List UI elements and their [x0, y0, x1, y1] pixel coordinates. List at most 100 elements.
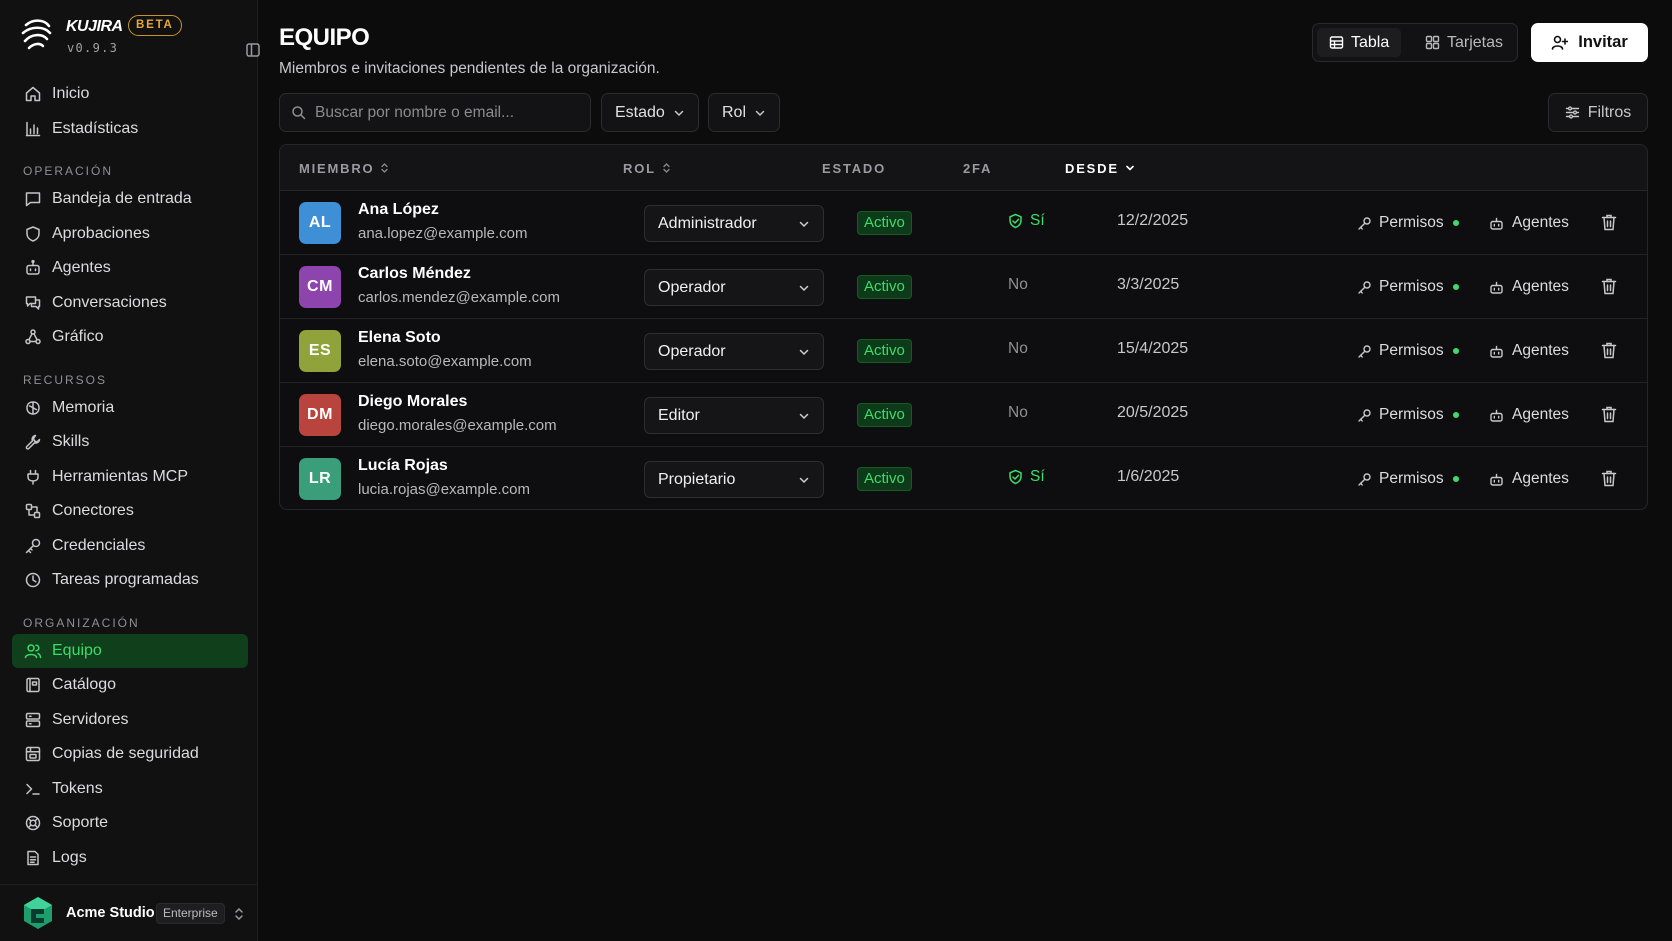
tfa-indicator: No — [1008, 340, 1028, 358]
bot-icon — [1489, 280, 1504, 295]
trash-icon[interactable] — [1600, 341, 1618, 360]
permissions-label: Permisos — [1379, 278, 1444, 295]
permissions-active-dot — [1452, 348, 1459, 354]
trash-icon[interactable] — [1600, 277, 1618, 296]
role-filter-dropdown[interactable]: Rol — [708, 93, 780, 132]
file-text-icon — [24, 849, 42, 867]
column-status-label: ESTADO — [822, 160, 887, 176]
sidebar-item-logs[interactable]: Logs — [12, 841, 248, 876]
trash-icon[interactable] — [1600, 405, 1618, 424]
chevron-down-icon — [798, 282, 810, 294]
view-table-button[interactable]: Tabla — [1317, 28, 1402, 57]
key-icon — [1357, 216, 1372, 231]
sidebar-item-memoria[interactable]: Memoria — [12, 391, 248, 426]
sidebar-item-tokens[interactable]: Tokens — [12, 772, 248, 807]
key-icon — [1357, 472, 1372, 487]
role-select[interactable]: Operador — [644, 269, 824, 306]
permissions-label: Permisos — [1379, 214, 1444, 231]
sidebar-item-estadisticas[interactable]: Estadísticas — [12, 112, 248, 147]
permissions-button[interactable]: Permisos — [1357, 401, 1459, 429]
agents-label: Agentes — [1512, 214, 1569, 231]
sort-updown-icon — [662, 162, 671, 174]
sidebar-item-inicio[interactable]: Inicio — [12, 77, 248, 112]
permissions-button[interactable]: Permisos — [1357, 209, 1459, 237]
member-email: carlos.mendez@example.com — [358, 289, 560, 306]
sidebar-item-catalogo[interactable]: Catálogo — [12, 668, 248, 703]
member-email: lucia.rojas@example.com — [358, 481, 530, 498]
invite-button[interactable]: Invitar — [1531, 23, 1648, 62]
plug-icon — [24, 468, 42, 486]
table-row: AL Ana López ana.lopez@example.com Administ… — [280, 191, 1647, 255]
role-select[interactable]: Operador — [644, 333, 824, 370]
sidebar-item-servidores[interactable]: Servidores — [12, 703, 248, 738]
status-badge: Activo — [857, 211, 912, 235]
status-filter-dropdown[interactable]: Estado — [601, 93, 699, 132]
filters-label: Filtros — [1587, 103, 1632, 121]
chevron-down-icon — [754, 107, 766, 119]
grid-icon — [1425, 35, 1440, 50]
agents-button[interactable]: Agentes — [1489, 401, 1569, 429]
member-since: 20/5/2025 — [1117, 404, 1189, 421]
column-since[interactable]: DESDE — [1065, 145, 1135, 191]
org-switcher[interactable]: Acme Studio Enterprise — [0, 884, 258, 941]
sidebar-item-soporte[interactable]: Soporte — [12, 806, 248, 841]
sidebar-item-herramientas-mcp[interactable]: Herramientas MCP — [12, 460, 248, 495]
sidebar-item-conversaciones[interactable]: Conversaciones — [12, 286, 248, 321]
role-select[interactable]: Administrador — [644, 205, 824, 242]
view-toggle: Tabla Tarjetas — [1312, 23, 1518, 62]
column-member[interactable]: MIEMBRO — [299, 145, 389, 191]
table-icon — [1329, 35, 1344, 50]
agents-button[interactable]: Agentes — [1489, 337, 1569, 365]
sidebar-item-skills[interactable]: Skills — [12, 425, 248, 460]
chevron-down-icon — [798, 218, 810, 230]
permissions-button[interactable]: Permisos — [1357, 273, 1459, 301]
sidebar-item-label: Servidores — [52, 710, 129, 728]
column-member-label: MIEMBRO — [299, 160, 375, 176]
sidebar-item-aprobaciones[interactable]: Aprobaciones — [12, 217, 248, 252]
sidebar-item-tareas-programadas[interactable]: Tareas programadas — [12, 563, 248, 598]
sidebar-item-bandeja-de-entrada[interactable]: Bandeja de entrada — [12, 182, 248, 217]
kujira-logo-icon[interactable] — [20, 16, 54, 52]
agents-button[interactable]: Agentes — [1489, 273, 1569, 301]
sidebar-item-label: Credenciales — [52, 536, 146, 554]
terminal-icon — [24, 780, 42, 798]
trash-icon[interactable] — [1600, 469, 1618, 488]
avatar: CM — [299, 266, 341, 308]
catalog-icon — [24, 676, 42, 694]
bot-icon — [1489, 216, 1504, 231]
filters-button[interactable]: Filtros — [1548, 93, 1648, 132]
search-input[interactable] — [315, 103, 585, 122]
view-cards-button[interactable]: Tarjetas — [1413, 28, 1515, 57]
status-filter-label: Estado — [615, 103, 665, 121]
search-icon — [291, 105, 306, 120]
sidebar-item-agentes[interactable]: Agentes — [12, 251, 248, 286]
view-cards-label: Tarjetas — [1447, 33, 1504, 51]
role-select[interactable]: Editor — [644, 397, 824, 434]
table-row: CM Carlos Méndez carlos.mendez@example.com… — [280, 255, 1647, 319]
sidebar-item-copias-de-seguridad[interactable]: Copias de seguridad — [12, 737, 248, 772]
member-email: ana.lopez@example.com — [358, 225, 528, 242]
trash-icon[interactable] — [1600, 213, 1618, 232]
column-role[interactable]: ROL — [623, 145, 671, 191]
member-name: Ana López — [358, 201, 439, 218]
agents-button[interactable]: Agentes — [1489, 465, 1569, 493]
tfa-indicator: Sí — [1008, 212, 1045, 230]
sidebar-item-label: Equipo — [52, 641, 102, 659]
role-select[interactable]: Propietario — [644, 461, 824, 498]
sidebar-item-label: Tokens — [52, 779, 103, 797]
permissions-button[interactable]: Permisos — [1357, 337, 1459, 365]
permissions-button[interactable]: Permisos — [1357, 465, 1459, 493]
view-table-label: Tabla — [1351, 33, 1390, 51]
sidebar-item-credenciales[interactable]: Credenciales — [12, 529, 248, 564]
avatar: AL — [299, 202, 341, 244]
role-value: Editor — [658, 406, 700, 424]
chevron-down-icon — [798, 346, 810, 358]
sidebar-item-grafico[interactable]: Gráfico — [12, 320, 248, 355]
chevrons-updown-icon[interactable] — [233, 907, 245, 921]
sidebar-item-equipo[interactable]: Equipo — [12, 633, 248, 668]
permissions-label: Permisos — [1379, 342, 1444, 359]
main-content: EQUIPO Miembros e invitaciones pendiente… — [258, 0, 1672, 941]
sidebar-item-conectores[interactable]: Conectores — [12, 494, 248, 529]
agents-button[interactable]: Agentes — [1489, 209, 1569, 237]
table-row: DM Diego Morales diego.morales@example.com… — [280, 383, 1647, 447]
